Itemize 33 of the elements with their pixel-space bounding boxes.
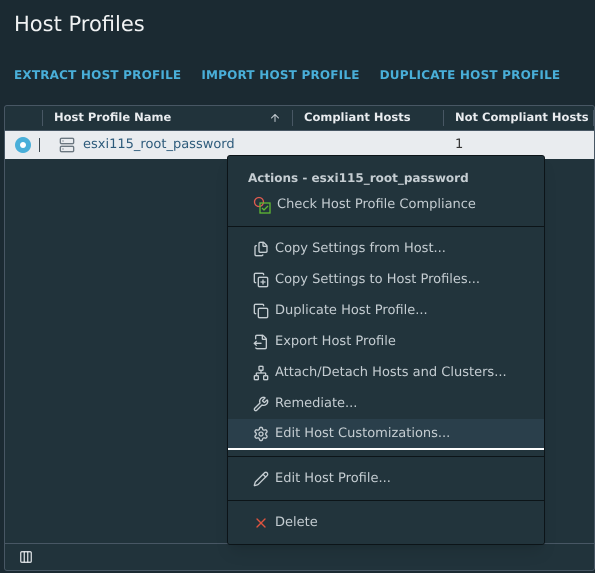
menu-item[interactable]: Duplicate Host Profile... [228, 295, 544, 326]
menu-item[interactable]: Remediate... [228, 388, 544, 419]
column-header[interactable]: Host Profile Name [42, 110, 292, 126]
column-header[interactable]: Compliant Hosts [292, 110, 443, 126]
menu-title: Actions - esxi115_root_password [247, 170, 470, 187]
menu-item[interactable]: Check Host Profile Compliance [228, 189, 544, 220]
action-link[interactable]: IMPORT HOST PROFILE [201, 66, 360, 84]
radio-button[interactable] [14, 137, 30, 153]
copy-plus-icon [253, 272, 269, 288]
action-link[interactable]: DUPLICATE HOST PROFILE [380, 66, 560, 84]
copy-from-host-icon [253, 240, 269, 256]
page-title: Host Profiles [13, 11, 146, 38]
compliance-check-icon [253, 196, 271, 214]
pencil-icon [253, 470, 269, 486]
table-row[interactable]: esxi115_root_password 1 [5, 131, 594, 159]
hosts-clusters-icon [253, 364, 269, 380]
duplicate-icon [253, 302, 269, 318]
menu-item[interactable]: Copy Settings from Host... [228, 233, 544, 264]
menu-item[interactable]: Copy Settings to Host Profiles... [228, 264, 544, 295]
host-profile-icon [59, 137, 75, 153]
column-header[interactable]: Not Compliant Hosts [443, 110, 593, 126]
menu-item[interactable]: Export Host Profile [228, 326, 544, 357]
menu-item[interactable]: Edit Host Customizations... [228, 419, 544, 450]
action-link[interactable]: EXTRACT HOST PROFILE [14, 66, 182, 84]
menu-item[interactable]: Edit Host Profile... [228, 463, 544, 494]
gear-icon [253, 426, 269, 442]
export-icon [253, 334, 269, 350]
menu-item[interactable]: Attach/Detach Hosts and Clusters... [228, 357, 544, 388]
wrench-icon [253, 396, 269, 412]
column-toggle-icon[interactable] [19, 550, 33, 564]
table-cell: 1 [455, 137, 464, 152]
menu-item[interactable]: Delete [228, 507, 544, 538]
table-cell-text: esxi115_root_password [83, 136, 235, 154]
